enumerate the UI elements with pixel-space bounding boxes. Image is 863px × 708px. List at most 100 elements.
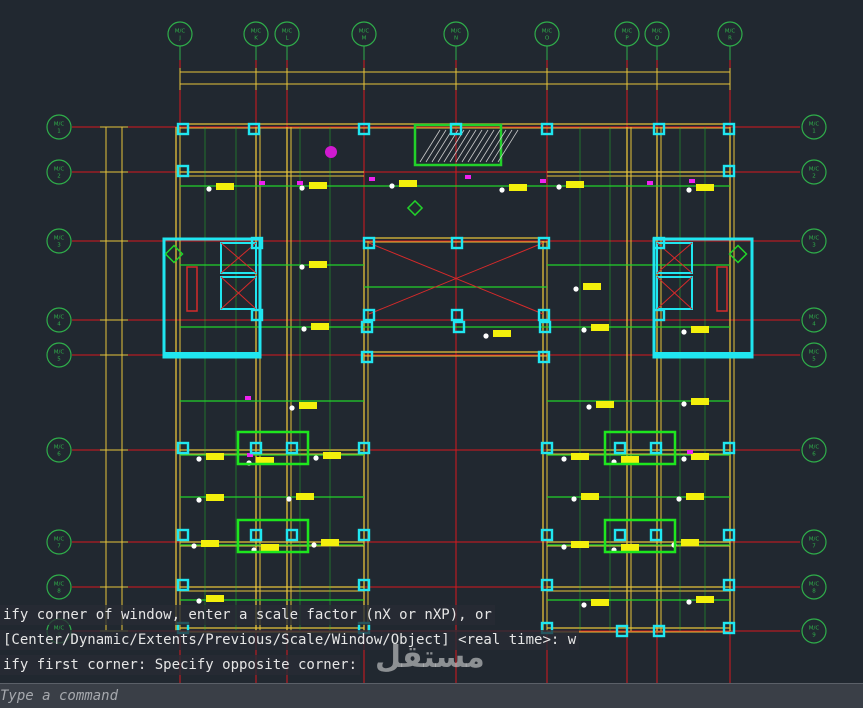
grid-bubble-right-label: 9 xyxy=(812,633,816,639)
marker xyxy=(540,179,546,183)
beam-tag xyxy=(206,494,224,501)
beam-tag xyxy=(571,541,589,548)
grid-bubble-right-label: 4 xyxy=(812,322,816,328)
magenta-circle xyxy=(325,146,337,158)
watermark-logo: مستقل xyxy=(375,640,485,675)
node-dot xyxy=(313,455,319,461)
grid-bubble-right-label: M/C xyxy=(809,537,820,543)
grid-bubble-left-label: M/C xyxy=(54,537,65,543)
beam-tag xyxy=(696,184,714,191)
node-dot xyxy=(196,598,202,604)
grid-bubble-top-label: O xyxy=(545,36,550,42)
grid-bubble-right-label: 1 xyxy=(812,129,816,135)
grid-bubble-top-label: J xyxy=(178,36,181,42)
beam-tag xyxy=(686,493,704,500)
node-dot xyxy=(581,602,587,608)
grid-bubble-top-label: R xyxy=(728,36,732,42)
beam-tag xyxy=(201,540,219,547)
beam-tag xyxy=(696,596,714,603)
grid-bubble-left-label: 7 xyxy=(57,544,61,550)
grid-bubble-top-label: M/C xyxy=(282,29,293,35)
grid-bubble-right-label: M/C xyxy=(809,122,820,128)
beam-tag xyxy=(583,283,601,290)
beam-tag xyxy=(621,544,639,551)
grid-bubble-left-label: 4 xyxy=(57,322,61,328)
node-dot xyxy=(206,186,212,192)
marker xyxy=(259,181,265,185)
node-dot xyxy=(681,329,687,335)
beam-tag xyxy=(493,330,511,337)
beam-tag xyxy=(261,544,279,551)
node-dot xyxy=(586,404,592,410)
beam-tag xyxy=(309,261,327,268)
node-dot xyxy=(196,497,202,503)
slab-edge xyxy=(654,352,752,358)
grid-bubble-top-label: M/C xyxy=(359,29,370,35)
beam-tag xyxy=(309,182,327,189)
node-dot xyxy=(301,326,307,332)
grid-bubble-left-label: 5 xyxy=(57,357,61,363)
grid-bubble-right-label: M/C xyxy=(809,236,820,242)
beam-tag xyxy=(691,453,709,460)
node-dot xyxy=(681,401,687,407)
grid-bubble-top-label: Q xyxy=(655,36,660,42)
grid-bubble-left-label: M/C xyxy=(54,350,65,356)
marker xyxy=(245,396,251,400)
marker xyxy=(689,179,695,183)
grid-bubble-right-label: M/C xyxy=(809,350,820,356)
grid-bubble-left-label: 2 xyxy=(57,174,61,180)
grid-bubble-left-label: M/C xyxy=(54,582,65,588)
grid-bubble-right-label: 8 xyxy=(812,589,816,595)
cad-drawing-canvas[interactable]: M/CJM/CKM/CLM/CMM/CNM/COM/CPM/CQM/CRM/C1… xyxy=(0,0,863,707)
marker xyxy=(647,181,653,185)
beam-tag xyxy=(691,326,709,333)
grid-bubble-top-label: M/C xyxy=(175,29,186,35)
grid-bubble-left-label: M/C xyxy=(54,236,65,242)
marker xyxy=(369,177,375,181)
node-dot xyxy=(311,542,317,548)
beam-tag xyxy=(311,323,329,330)
grid-bubble-right-label: 3 xyxy=(812,243,816,249)
marker xyxy=(465,175,471,179)
grid-bubble-left-label: 3 xyxy=(57,243,61,249)
command-input[interactable] xyxy=(0,684,863,708)
node-dot xyxy=(676,496,682,502)
grid-bubble-right-label: 6 xyxy=(812,452,816,458)
grid-bubble-left-label: M/C xyxy=(54,315,65,321)
node-dot xyxy=(196,456,202,462)
grid-bubble-top-label: M/C xyxy=(652,29,663,35)
grid-bubble-right-label: M/C xyxy=(809,167,820,173)
grid-bubble-top-label: M/C xyxy=(451,29,462,35)
grid-bubble-top-label: K xyxy=(254,36,258,42)
node-dot xyxy=(571,496,577,502)
beam-tag xyxy=(571,453,589,460)
command-line[interactable] xyxy=(0,683,863,708)
node-dot xyxy=(686,599,692,605)
node-dot xyxy=(299,185,305,191)
beam-tag xyxy=(581,493,599,500)
beam-tag xyxy=(216,183,234,190)
grid-bubble-left-label: M/C xyxy=(54,122,65,128)
grid-bubble-right-label: 7 xyxy=(812,544,816,550)
beam-tag xyxy=(206,453,224,460)
grid-bubble-top-label: M xyxy=(362,36,367,42)
node-dot xyxy=(191,543,197,549)
beam-tag xyxy=(691,398,709,405)
grid-bubble-top-label: M/C xyxy=(622,29,633,35)
beam-tag xyxy=(621,456,639,463)
grid-bubble-right-label: 5 xyxy=(812,357,816,363)
node-dot xyxy=(686,187,692,193)
grid-bubble-left-label: M/C xyxy=(54,445,65,451)
command-history-line-3: ify first corner: Specify opposite corne… xyxy=(0,655,361,675)
node-dot xyxy=(561,456,567,462)
beam-tag xyxy=(206,595,224,602)
node-dot xyxy=(389,183,395,189)
command-history-line-2: [Center/Dynamic/Extents/Previous/Scale/W… xyxy=(0,630,580,650)
beam-tag xyxy=(399,180,417,187)
grid-bubble-right-label: M/C xyxy=(809,445,820,451)
node-dot xyxy=(483,333,489,339)
beam-tag xyxy=(591,324,609,331)
marker xyxy=(687,450,693,454)
node-dot xyxy=(573,286,579,292)
grid-bubble-top-label: M/C xyxy=(251,29,262,35)
